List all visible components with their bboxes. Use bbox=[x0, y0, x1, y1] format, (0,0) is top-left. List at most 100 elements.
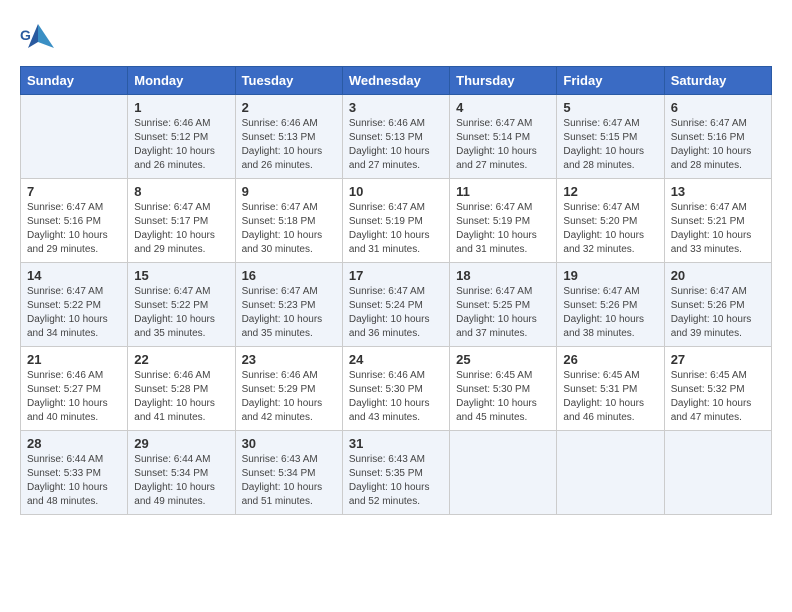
day-info: Sunrise: 6:46 AM Sunset: 5:29 PM Dayligh… bbox=[242, 369, 336, 425]
day-number: 17 bbox=[349, 268, 443, 283]
day-info: Sunrise: 6:47 AM Sunset: 5:23 PM Dayligh… bbox=[242, 285, 336, 341]
day-number: 24 bbox=[349, 352, 443, 367]
day-info: Sunrise: 6:47 AM Sunset: 5:25 PM Dayligh… bbox=[456, 285, 550, 341]
day-info: Sunrise: 6:46 AM Sunset: 5:30 PM Dayligh… bbox=[349, 369, 443, 425]
calendar-header-saturday: Saturday bbox=[664, 67, 771, 95]
day-number: 15 bbox=[134, 268, 228, 283]
calendar-cell: 15 Sunrise: 6:47 AM Sunset: 5:22 PM Dayli… bbox=[128, 263, 235, 347]
day-number: 30 bbox=[242, 436, 336, 451]
calendar-cell: 10 Sunrise: 6:47 AM Sunset: 5:19 PM Dayli… bbox=[342, 179, 449, 263]
day-info: Sunrise: 6:47 AM Sunset: 5:24 PM Dayligh… bbox=[349, 285, 443, 341]
calendar-cell: 13 Sunrise: 6:47 AM Sunset: 5:21 PM Dayli… bbox=[664, 179, 771, 263]
day-info: Sunrise: 6:47 AM Sunset: 5:16 PM Dayligh… bbox=[27, 201, 121, 257]
day-info: Sunrise: 6:44 AM Sunset: 5:34 PM Dayligh… bbox=[134, 453, 228, 509]
calendar-cell: 31Sunrise: 6:43 AM Sunset: 5:35 PM Dayli… bbox=[342, 431, 449, 515]
day-info: Sunrise: 6:47 AM Sunset: 5:14 PM Dayligh… bbox=[456, 117, 550, 173]
day-info: Sunrise: 6:43 AM Sunset: 5:34 PM Dayligh… bbox=[242, 453, 336, 509]
day-info: Sunrise: 6:47 AM Sunset: 5:17 PM Dayligh… bbox=[134, 201, 228, 257]
day-info: Sunrise: 6:47 AM Sunset: 5:21 PM Dayligh… bbox=[671, 201, 765, 257]
logo: G bbox=[20, 20, 60, 56]
calendar-cell: 18 Sunrise: 6:47 AM Sunset: 5:25 PM Dayli… bbox=[450, 263, 557, 347]
calendar-cell: 2 Sunrise: 6:46 AM Sunset: 5:13 PM Daylig… bbox=[235, 95, 342, 179]
calendar-cell: 22 Sunrise: 6:46 AM Sunset: 5:28 PM Dayli… bbox=[128, 347, 235, 431]
day-info: Sunrise: 6:45 AM Sunset: 5:32 PM Dayligh… bbox=[671, 369, 765, 425]
day-number: 19 bbox=[563, 268, 657, 283]
day-info: Sunrise: 6:46 AM Sunset: 5:13 PM Dayligh… bbox=[242, 117, 336, 173]
day-number: 25 bbox=[456, 352, 550, 367]
day-info: Sunrise: 6:47 AM Sunset: 5:26 PM Dayligh… bbox=[671, 285, 765, 341]
calendar-cell: 7 Sunrise: 6:47 AM Sunset: 5:16 PM Daylig… bbox=[21, 179, 128, 263]
day-number: 23 bbox=[242, 352, 336, 367]
day-number: 1 bbox=[134, 100, 228, 115]
day-number: 10 bbox=[349, 184, 443, 199]
day-info: Sunrise: 6:45 AM Sunset: 5:30 PM Dayligh… bbox=[456, 369, 550, 425]
day-number: 26 bbox=[563, 352, 657, 367]
calendar-cell bbox=[664, 431, 771, 515]
calendar-cell: 25 Sunrise: 6:45 AM Sunset: 5:30 PM Dayli… bbox=[450, 347, 557, 431]
day-number: 13 bbox=[671, 184, 765, 199]
calendar-cell: 30 Sunrise: 6:43 AM Sunset: 5:34 PM Dayli… bbox=[235, 431, 342, 515]
day-info: Sunrise: 6:47 AM Sunset: 5:19 PM Dayligh… bbox=[349, 201, 443, 257]
calendar-cell: 21 Sunrise: 6:46 AM Sunset: 5:27 PM Dayli… bbox=[21, 347, 128, 431]
day-number: 12 bbox=[563, 184, 657, 199]
calendar-cell: 9 Sunrise: 6:47 AM Sunset: 5:18 PM Daylig… bbox=[235, 179, 342, 263]
calendar-week-row: 14 Sunrise: 6:47 AM Sunset: 5:22 PM Dayli… bbox=[21, 263, 772, 347]
header: G bbox=[20, 20, 772, 56]
day-number: 9 bbox=[242, 184, 336, 199]
day-info: Sunrise: 6:47 AM Sunset: 5:26 PM Dayligh… bbox=[563, 285, 657, 341]
day-number: 3 bbox=[349, 100, 443, 115]
calendar-cell: 8 Sunrise: 6:47 AM Sunset: 5:17 PM Daylig… bbox=[128, 179, 235, 263]
day-number: 18 bbox=[456, 268, 550, 283]
day-number: 22 bbox=[134, 352, 228, 367]
day-number: 27 bbox=[671, 352, 765, 367]
calendar-week-row: 1Sunrise: 6:46 AM Sunset: 5:12 PM Daylig… bbox=[21, 95, 772, 179]
day-number: 2 bbox=[242, 100, 336, 115]
calendar-cell: 4Sunrise: 6:47 AM Sunset: 5:14 PM Daylig… bbox=[450, 95, 557, 179]
calendar-cell: 24 Sunrise: 6:46 AM Sunset: 5:30 PM Dayli… bbox=[342, 347, 449, 431]
day-number: 16 bbox=[242, 268, 336, 283]
day-info: Sunrise: 6:44 AM Sunset: 5:33 PM Dayligh… bbox=[27, 453, 121, 509]
calendar-week-row: 28Sunrise: 6:44 AM Sunset: 5:33 PM Dayli… bbox=[21, 431, 772, 515]
calendar-cell: 28Sunrise: 6:44 AM Sunset: 5:33 PM Dayli… bbox=[21, 431, 128, 515]
calendar-cell bbox=[557, 431, 664, 515]
calendar-cell: 6 Sunrise: 6:47 AM Sunset: 5:16 PM Daylig… bbox=[664, 95, 771, 179]
svg-text:G: G bbox=[20, 27, 31, 43]
day-info: Sunrise: 6:47 AM Sunset: 5:18 PM Dayligh… bbox=[242, 201, 336, 257]
day-number: 8 bbox=[134, 184, 228, 199]
calendar-table: SundayMondayTuesdayWednesdayThursdayFrid… bbox=[20, 66, 772, 515]
calendar-cell: 27 Sunrise: 6:45 AM Sunset: 5:32 PM Dayli… bbox=[664, 347, 771, 431]
day-number: 7 bbox=[27, 184, 121, 199]
day-number: 6 bbox=[671, 100, 765, 115]
calendar-cell: 16 Sunrise: 6:47 AM Sunset: 5:23 PM Dayli… bbox=[235, 263, 342, 347]
calendar-week-row: 21 Sunrise: 6:46 AM Sunset: 5:27 PM Dayli… bbox=[21, 347, 772, 431]
day-info: Sunrise: 6:47 AM Sunset: 5:16 PM Dayligh… bbox=[671, 117, 765, 173]
calendar-cell: 5 Sunrise: 6:47 AM Sunset: 5:15 PM Daylig… bbox=[557, 95, 664, 179]
day-number: 5 bbox=[563, 100, 657, 115]
calendar-cell: 3Sunrise: 6:46 AM Sunset: 5:13 PM Daylig… bbox=[342, 95, 449, 179]
calendar-cell bbox=[450, 431, 557, 515]
calendar-cell: 12Sunrise: 6:47 AM Sunset: 5:20 PM Dayli… bbox=[557, 179, 664, 263]
calendar-cell: 1Sunrise: 6:46 AM Sunset: 5:12 PM Daylig… bbox=[128, 95, 235, 179]
calendar-header-monday: Monday bbox=[128, 67, 235, 95]
day-info: Sunrise: 6:47 AM Sunset: 5:19 PM Dayligh… bbox=[456, 201, 550, 257]
day-info: Sunrise: 6:47 AM Sunset: 5:22 PM Dayligh… bbox=[27, 285, 121, 341]
day-number: 11 bbox=[456, 184, 550, 199]
calendar-cell: 23 Sunrise: 6:46 AM Sunset: 5:29 PM Dayli… bbox=[235, 347, 342, 431]
day-info: Sunrise: 6:46 AM Sunset: 5:28 PM Dayligh… bbox=[134, 369, 228, 425]
day-info: Sunrise: 6:47 AM Sunset: 5:15 PM Dayligh… bbox=[563, 117, 657, 173]
day-number: 21 bbox=[27, 352, 121, 367]
calendar-header-wednesday: Wednesday bbox=[342, 67, 449, 95]
day-info: Sunrise: 6:46 AM Sunset: 5:27 PM Dayligh… bbox=[27, 369, 121, 425]
calendar-header-sunday: Sunday bbox=[21, 67, 128, 95]
day-info: Sunrise: 6:47 AM Sunset: 5:22 PM Dayligh… bbox=[134, 285, 228, 341]
logo-icon: G bbox=[20, 20, 56, 56]
day-number: 14 bbox=[27, 268, 121, 283]
calendar-cell: 11 Sunrise: 6:47 AM Sunset: 5:19 PM Dayli… bbox=[450, 179, 557, 263]
calendar-cell bbox=[21, 95, 128, 179]
calendar-header-thursday: Thursday bbox=[450, 67, 557, 95]
calendar-cell: 20 Sunrise: 6:47 AM Sunset: 5:26 PM Dayli… bbox=[664, 263, 771, 347]
calendar-cell: 17 Sunrise: 6:47 AM Sunset: 5:24 PM Dayli… bbox=[342, 263, 449, 347]
calendar-cell: 29Sunrise: 6:44 AM Sunset: 5:34 PM Dayli… bbox=[128, 431, 235, 515]
day-number: 20 bbox=[671, 268, 765, 283]
day-number: 31 bbox=[349, 436, 443, 451]
